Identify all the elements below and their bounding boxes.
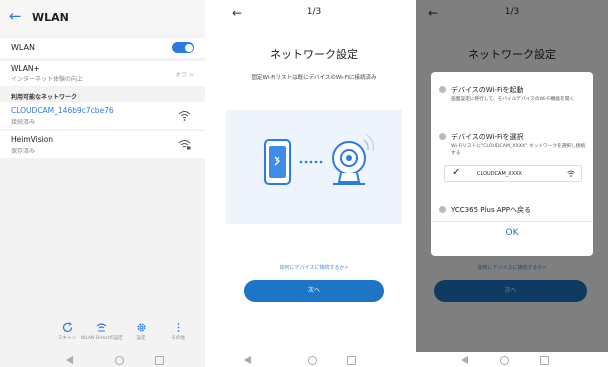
wlan-settings-screen: ← WLAN WLAN WLAN+ インターネット体験の向上 オフ > 利用可能… <box>0 0 205 367</box>
network-row[interactable]: HeimVision 保存済み <box>0 131 205 158</box>
settings-button[interactable]: 設定 <box>121 322 161 341</box>
wlan-plus-value: オフ > <box>175 72 194 79</box>
network-status: 保存済み <box>11 148 36 155</box>
step-title: デバイスのWi-Fiを選択 <box>451 133 524 141</box>
nav-recent-icon[interactable] <box>347 356 356 365</box>
connection-illustration <box>226 110 402 224</box>
wifi-example-item: ✓ CLOUDCAM_XXXX <box>444 165 582 182</box>
step-description: Wi-Fiリストに"CLOUDCAM_XXXX" ネットワークを選択し接続する <box>451 144 586 156</box>
network-status: 接続済み <box>11 119 36 126</box>
gear-icon <box>136 323 146 332</box>
check-icon: ✓ <box>452 167 461 178</box>
wifi-direct-button[interactable]: WLAN Directの設定 <box>81 322 123 341</box>
wlan-plus-title: WLAN+ <box>11 64 40 73</box>
wifi-icon <box>178 111 191 121</box>
step-bullet <box>439 133 446 140</box>
nav-back-icon[interactable] <box>244 356 251 364</box>
step-title: デバイスのWi-Fiを起動 <box>451 86 524 94</box>
system-navbar <box>416 354 608 367</box>
phone-camera-illustration <box>264 134 375 185</box>
wifi-direct-icon <box>96 323 106 332</box>
system-navbar <box>220 354 408 367</box>
wlan-toggle-label: WLAN <box>11 43 36 52</box>
wlan-toggle-row[interactable]: WLAN <box>0 38 205 58</box>
nav-back-icon[interactable] <box>461 356 468 364</box>
step-indicator: 1/3 <box>306 7 322 17</box>
scan-icon <box>62 322 72 333</box>
system-navbar <box>0 354 205 367</box>
nav-back-icon[interactable] <box>66 356 73 364</box>
connection-steps-dialog: デバイスのWi-Fiを起動 画面設定に移行して、モバイルデバイスのWi-Fi機能… <box>431 72 593 256</box>
step-title: YCC365 Plus APPへ戻る <box>451 206 531 214</box>
wifi-lock-icon <box>178 140 191 150</box>
back-arrow-icon[interactable]: ← <box>9 9 22 24</box>
network-name: CLOUDCAM_146b9c7cbe76 <box>11 106 114 115</box>
page-title: WLAN <box>32 11 69 24</box>
network-name: HeimVision <box>11 135 54 144</box>
step-description: 画面設定に移行して、モバイルデバイスのWi-Fi機能を開く <box>451 97 575 102</box>
wlan-toggle-switch[interactable] <box>172 42 194 53</box>
wlan-plus-subtitle: インターネット体験の向上 <box>11 76 84 83</box>
nav-home-icon[interactable] <box>308 356 317 365</box>
wifi-direct-label: WLAN Directの設定 <box>81 336 123 341</box>
step-bullet <box>439 86 446 93</box>
page-subtitle: 固定Wi-Fiリストは既にデバイスのWi-Fiに接続済み <box>251 75 377 81</box>
nav-recent-icon[interactable] <box>540 356 549 365</box>
next-button[interactable]: 次へ <box>244 280 384 302</box>
network-setup-dialog-screen: ← 1/3 ネットワーク設定 如何にデバイスに接続するか> 次へ デバイスのWi… <box>416 0 608 367</box>
ok-button[interactable]: OK <box>431 228 593 238</box>
nav-recent-icon[interactable] <box>155 356 164 365</box>
bottom-toolbar: スキャン WLAN Directの設定 設定 その他 <box>0 322 205 346</box>
wlan-plus-row[interactable]: WLAN+ インターネット体験の向上 オフ > <box>0 61 205 86</box>
network-row[interactable]: CLOUDCAM_146b9c7cbe76 接続済み <box>0 102 205 129</box>
step-bullet <box>439 206 446 213</box>
available-networks-heading: 利用可能なネットワーク <box>11 94 78 101</box>
settings-label: 設定 <box>136 336 146 341</box>
nav-home-icon[interactable] <box>115 356 124 365</box>
network-setup-screen: ← 1/3 ネットワーク設定 固定Wi-Fiリストは既にデバイスのWi-Fiに接… <box>220 0 408 367</box>
dialog-divider <box>431 221 593 222</box>
more-button[interactable]: その他 <box>158 322 198 341</box>
help-link[interactable]: 如何にデバイスに接続するか> <box>220 264 408 271</box>
wifi-example-name: CLOUDCAM_XXXX <box>477 171 522 177</box>
wifi-icon <box>567 170 575 177</box>
toggle-knob <box>184 43 193 52</box>
more-icon <box>177 323 179 332</box>
nav-home-icon[interactable] <box>500 356 509 365</box>
page-title: ネットワーク設定 <box>270 48 358 61</box>
wlan-header: ← WLAN <box>0 0 205 34</box>
more-label: その他 <box>171 336 185 341</box>
